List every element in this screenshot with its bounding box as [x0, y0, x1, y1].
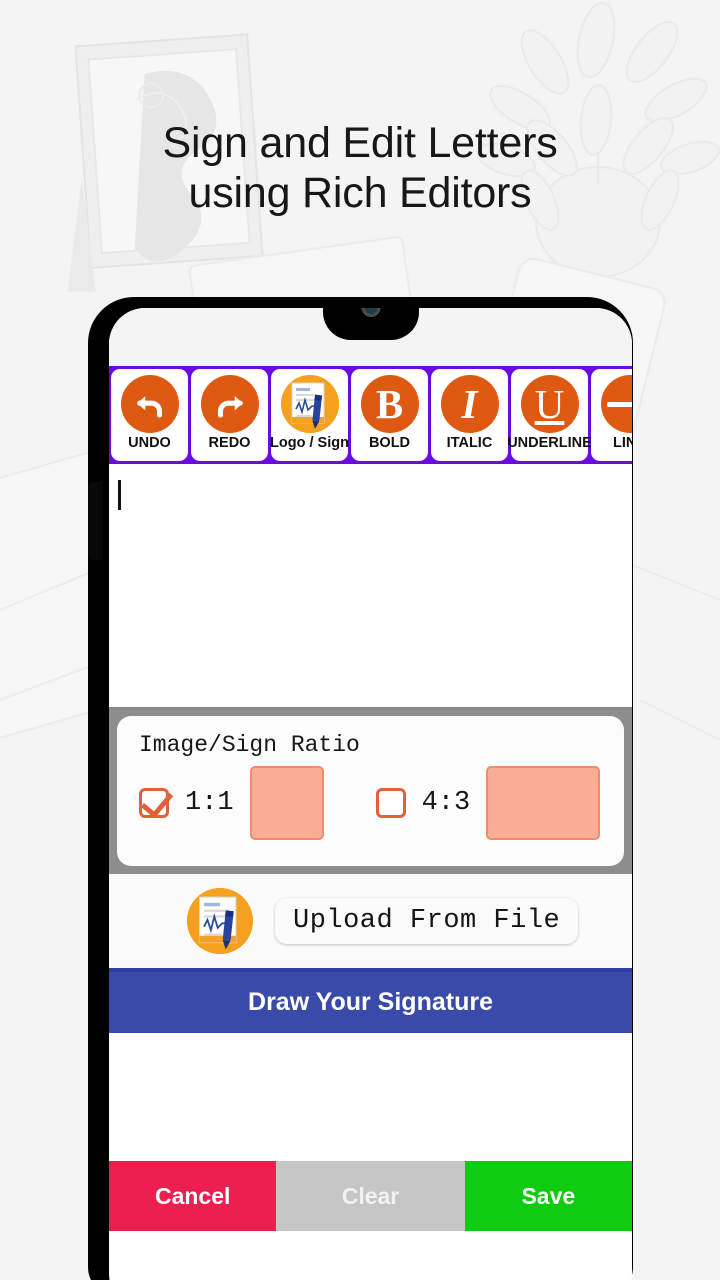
toolbar-button-bold[interactable]: B BOLD	[351, 369, 428, 461]
toolbar-label-line: LINE	[612, 435, 632, 451]
editor-toolbar-container: UNDO REDO Logo / Sign B BOLD I ITALIC U …	[109, 366, 632, 464]
ratio-label-1-1: 1:1	[185, 788, 234, 818]
ratio-preview-4-3	[486, 766, 601, 840]
toolbar-button-undo[interactable]: UNDO	[111, 369, 188, 461]
checkbox-ratio-4-3[interactable]	[375, 788, 406, 818]
phone-left-button[interactable]	[88, 482, 102, 560]
toolbar-button-redo[interactable]: REDO	[191, 369, 268, 461]
undo-arrow-icon	[120, 375, 179, 433]
headline-line-2: using Rich Editors	[188, 169, 532, 217]
toolbar-label-italic: ITALIC	[446, 435, 493, 451]
draw-signature-banner: Draw Your Signature	[109, 972, 632, 1033]
rich-text-editor[interactable]	[109, 464, 632, 710]
editor-toolbar[interactable]: UNDO REDO Logo / Sign B BOLD I ITALIC U …	[109, 369, 632, 461]
ratio-label-4-3: 4:3	[421, 788, 471, 818]
toolbar-label-undo: UNDO	[128, 435, 171, 451]
underline-u-icon: U	[520, 375, 579, 433]
toolbar-label-bold: BOLD	[368, 435, 411, 451]
redo-arrow-icon	[200, 375, 259, 433]
clear-button[interactable]: Clear	[276, 1161, 465, 1231]
ratio-options-row: 1:1 4:3	[139, 762, 602, 844]
save-button[interactable]: Save	[464, 1161, 632, 1231]
ratio-card-inner: Image/Sign Ratio 1:1 4:3	[127, 726, 614, 854]
headline-line-1: Sign and Edit Letters	[162, 119, 558, 167]
status-bar	[109, 308, 632, 366]
action-bar: Cancel Clear Save	[109, 1161, 632, 1231]
upload-from-file-label: Upload From File	[293, 906, 561, 936]
screen-bottom-filler	[109, 1231, 632, 1271]
toolbar-button-line[interactable]: LINE	[591, 369, 632, 461]
toolbar-label-underline: UNDERLINE	[507, 435, 592, 451]
text-caret	[118, 480, 121, 510]
phone-body: UNDO REDO Logo / Sign B BOLD I ITALIC U …	[88, 297, 633, 1280]
upload-from-file-button[interactable]: Upload From File	[275, 898, 579, 944]
document-signature-icon	[280, 375, 339, 433]
toolbar-label-logo-sign: Logo / Sign	[270, 435, 349, 451]
horizontal-line-icon	[600, 375, 632, 433]
ratio-option-4-3[interactable]: 4:3	[375, 766, 601, 840]
bold-b-icon: B	[360, 375, 419, 433]
waterdrop-notch	[322, 308, 419, 340]
toolbar-button-underline[interactable]: U UNDERLINE	[507, 369, 592, 461]
toolbar-label-redo: REDO	[208, 435, 251, 451]
ratio-title: Image/Sign Ratio	[139, 732, 360, 758]
checkbox-ratio-1-1[interactable]	[139, 788, 169, 818]
italic-i-icon: I	[440, 375, 499, 433]
ratio-option-1-1[interactable]: 1:1	[139, 766, 324, 840]
upload-row[interactable]: Upload From File	[109, 874, 632, 972]
ratio-section: Image/Sign Ratio 1:1 4:3	[109, 710, 632, 874]
toolbar-button-logo-sign[interactable]: Logo / Sign	[270, 369, 349, 461]
phone-screen: UNDO REDO Logo / Sign B BOLD I ITALIC U …	[109, 308, 632, 1280]
front-camera-icon	[361, 308, 380, 317]
ratio-preview-1-1	[249, 766, 324, 840]
cancel-button[interactable]: Cancel	[109, 1161, 277, 1231]
headline: Sign and Edit Letters using Rich Editors	[0, 118, 720, 218]
signature-canvas[interactable]	[109, 1033, 632, 1161]
document-signature-icon	[187, 888, 253, 954]
ratio-card: Image/Sign Ratio 1:1 4:3	[117, 716, 624, 866]
draw-signature-label: Draw Your Signature	[248, 988, 493, 1016]
toolbar-button-italic[interactable]: I ITALIC	[431, 369, 508, 461]
phone-mockup: UNDO REDO Logo / Sign B BOLD I ITALIC U …	[78, 297, 643, 1280]
